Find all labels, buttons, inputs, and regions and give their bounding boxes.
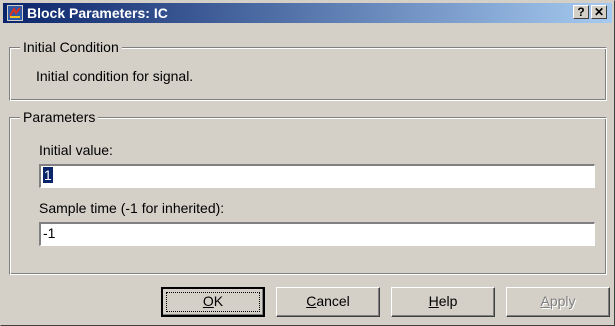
apply-mnemonic: A [540, 293, 550, 309]
help-button[interactable]: Help [391, 287, 495, 317]
initial-value-field[interactable]: 1 [39, 164, 595, 188]
help-label-rest: elp [438, 293, 458, 309]
help-title-button[interactable]: ? [573, 5, 589, 19]
sample-time-label: Sample time (-1 for inherited): [39, 200, 225, 216]
title-bar[interactable]: Block Parameters: IC ? ✕ [3, 3, 612, 23]
window-title: Block Parameters: IC [27, 5, 168, 21]
initial-value-text: 1 [43, 167, 53, 183]
help-mnemonic: H [428, 293, 439, 309]
sample-time-field[interactable]: -1 [39, 222, 595, 246]
cancel-label-rest: ancel [316, 293, 350, 309]
parameters-groupbox: Parameters Initial value: 1 Sample time … [9, 109, 607, 275]
focus-rectangle [166, 292, 260, 312]
apply-button[interactable]: Apply [506, 287, 610, 317]
description-groupbox: Initial Condition Initial condition for … [9, 39, 607, 101]
cancel-mnemonic: C [306, 293, 317, 309]
close-title-button[interactable]: ✕ [591, 5, 607, 19]
description-group-label: Initial Condition [20, 39, 122, 55]
ok-button[interactable]: OK [161, 287, 265, 317]
block-parameters-dialog: Block Parameters: IC ? ✕ Initial Conditi… [0, 0, 615, 326]
initial-value-label: Initial value: [39, 142, 113, 158]
cancel-button[interactable]: Cancel [276, 287, 380, 317]
close-icon: ✕ [593, 5, 605, 19]
sample-time-text: -1 [43, 225, 56, 241]
simulink-block-icon [7, 5, 23, 21]
apply-label-rest: pply [549, 293, 576, 309]
parameters-group-label: Parameters [20, 109, 99, 125]
description-text: Initial condition for signal. [36, 68, 194, 84]
help-question-icon: ? [577, 5, 585, 19]
